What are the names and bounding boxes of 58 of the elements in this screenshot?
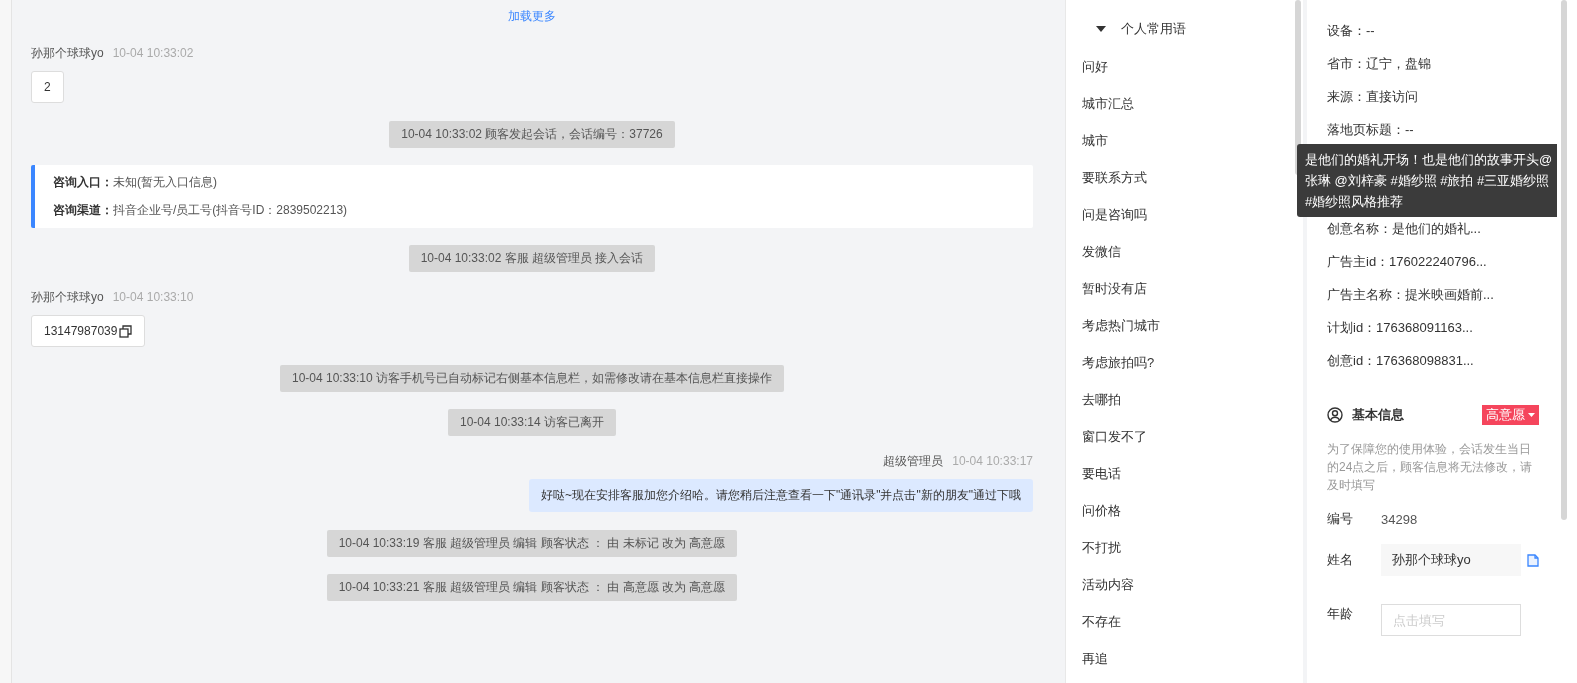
phrase-item[interactable]: 要联系方式 <box>1082 159 1295 196</box>
message-text: 2 <box>44 80 51 94</box>
phrase-item[interactable]: 窗口发不了 <box>1082 418 1295 455</box>
system-notice: 10-04 10:33:10 访客手机号已自动标记右侧基本信息栏，如需修改请在基本信息栏直接操作 <box>279 365 785 392</box>
caret-icon <box>1096 26 1106 32</box>
scrollbar-thumb[interactable] <box>1561 0 1567 520</box>
card-value: 未知(暂无入口信息) <box>113 175 217 189</box>
field-label: 姓名 <box>1327 551 1354 569</box>
system-notice: 10-04 10:33:14 访客已离开 <box>447 409 617 436</box>
system-notice: 10-04 10:33:19 客服 超级管理员 编辑 顾客状态 ： 由 未标记 改为 高意愿 <box>326 530 738 557</box>
card-value: 抖音企业号/员工号(抖音号ID：2839502213) <box>113 203 348 217</box>
phrase-item[interactable]: 城市 <box>1082 122 1295 159</box>
section-title: 基本信息 <box>1352 406 1405 424</box>
phrase-item[interactable]: 问价格 <box>1082 492 1295 529</box>
system-notice: 10-04 10:33:21 客服 超级管理员 编辑 顾客状态 ： 由 高意愿 改为 高意愿 <box>326 574 738 601</box>
message-time: 10-04 10:33:17 <box>952 454 1033 468</box>
sender-name: 孙那个球球yo <box>31 45 104 62</box>
phrase-item[interactable]: 考虑热门城市 <box>1082 307 1295 344</box>
info-field: 广告主id：176022240796... <box>1327 251 1539 284</box>
field-value: 34298 <box>1381 511 1418 527</box>
card-label: 咨询渠道： <box>53 203 113 217</box>
info-field: 设备：-- <box>1327 20 1539 53</box>
info-field: 创意id：176368098831... <box>1327 350 1539 383</box>
phrase-item[interactable]: 活动内容 <box>1082 566 1295 603</box>
phrase-item[interactable]: 暂时没有店 <box>1082 270 1295 307</box>
info-field: 广告主名称：提米映画婚前... <box>1327 284 1539 317</box>
caret-icon <box>1528 413 1535 417</box>
system-notice: 10-04 10:33:02 客服 超级管理员 接入会话 <box>408 245 656 272</box>
info-field: 来源：直接访问 <box>1327 86 1539 119</box>
status-dropdown[interactable]: 高意愿 <box>1482 405 1539 425</box>
field-label: 编号 <box>1327 510 1354 528</box>
user-icon <box>1327 407 1343 423</box>
phrase-item[interactable]: 发微信 <box>1082 233 1295 270</box>
phrase-item[interactable]: 城市汇总 <box>1082 85 1295 122</box>
phrase-group-header[interactable]: 个人常用语 <box>1096 20 1295 38</box>
message-text: 13147987039 <box>44 324 118 338</box>
phrase-item[interactable]: 再追 <box>1082 640 1295 677</box>
info-field: 创意名称：是他们的婚礼... <box>1327 218 1539 251</box>
field-label: 年龄 <box>1327 605 1354 623</box>
message-time: 10-04 10:33:10 <box>112 290 194 304</box>
phrase-item[interactable]: 问好 <box>1082 48 1295 85</box>
system-notice: 10-04 10:33:02 顾客发起会话，会话编号：37726 <box>389 121 675 148</box>
phrase-item[interactable]: 问是咨询吗 <box>1082 196 1295 233</box>
copy-icon[interactable] <box>119 324 133 338</box>
card-label: 咨询入口： <box>53 175 113 189</box>
phrase-item[interactable]: 去哪拍 <box>1082 381 1295 418</box>
info-field: 计划id：176368091163... <box>1327 317 1539 350</box>
phrase-item[interactable]: 不打扰 <box>1082 529 1295 566</box>
info-field: 省市：辽宁，盘锦 <box>1327 53 1539 86</box>
phrase-item[interactable]: 要电话 <box>1082 455 1295 492</box>
message-bubble: 好哒~现在安排客服加您介绍哈。请您稍后注意查看一下"通讯录"并点击"新的朋友"通过下哦 <box>528 479 1033 512</box>
sender-name: 超级管理员 <box>883 453 944 470</box>
notice-text: 为了保障您的使用体验，会话发生当日的24点之后，顾客信息将无法修改，请及时填写 <box>1327 441 1534 494</box>
sender-name: 孙那个球球yo <box>31 289 104 306</box>
message-time: 10-04 10:33:02 <box>112 46 194 60</box>
phrase-item[interactable]: 考虑旅拍吗? <box>1082 344 1295 381</box>
name-field: 孙那个球球yo <box>1381 544 1521 576</box>
phrase-item[interactable]: 不存在 <box>1082 603 1295 640</box>
